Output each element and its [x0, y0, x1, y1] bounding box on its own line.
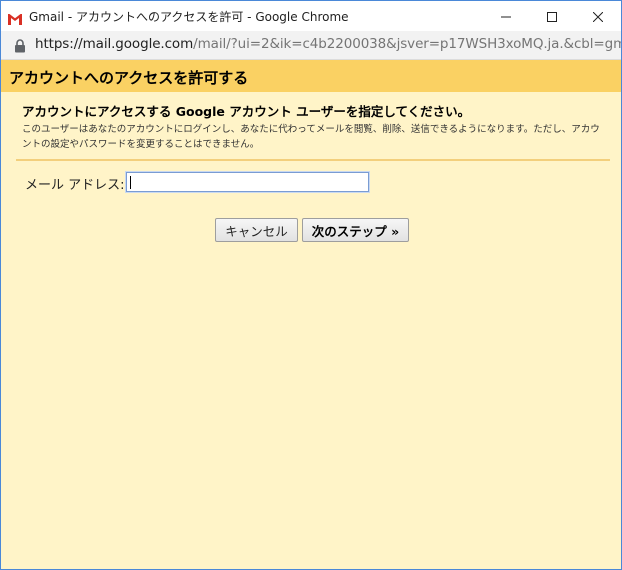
gmail-icon: [8, 10, 22, 25]
url-path: /mail/?ui=2&ik=c4b2200038&jsver=p17WSH3x…: [193, 36, 622, 52]
window-title: Gmail - アカウントへのアクセスを許可 - Google Chrome: [29, 10, 349, 24]
browser-window: Gmail - アカウントへのアクセスを許可 - Google Chrome h…: [0, 0, 622, 570]
email-field[interactable]: [126, 172, 369, 192]
instruction-text: アカウントにアクセスする Google アカウント ユーザーを指定してください。: [22, 104, 471, 119]
email-label: メール アドレス:: [25, 178, 125, 193]
cancel-button[interactable]: キャンセル: [215, 218, 298, 242]
next-step-button[interactable]: 次のステップ »: [302, 218, 409, 242]
minimize-button[interactable]: [483, 1, 529, 31]
text-caret: [130, 176, 131, 189]
url-text[interactable]: https://mail.google.com/mail/?ui=2&ik=c4…: [35, 36, 622, 52]
divider: [16, 159, 610, 161]
maximize-button[interactable]: [529, 1, 575, 31]
description-text: このユーザーはあなたのアカウントにログインし、あなたに代わってメールを閲覧、削除…: [22, 124, 600, 150]
close-icon: [592, 7, 604, 26]
dialog-title: アカウントへのアクセスを許可する: [9, 69, 249, 87]
title-bar: Gmail - アカウントへのアクセスを許可 - Google Chrome: [1, 1, 621, 31]
minimize-icon: [501, 7, 511, 26]
url-host: https://mail.google.com: [35, 36, 194, 52]
dialog-content: アカウントにアクセスする Google アカウント ユーザーを指定してください。…: [1, 92, 621, 569]
close-button[interactable]: [575, 1, 621, 31]
lock-icon: [14, 38, 26, 53]
maximize-icon: [547, 7, 557, 26]
address-bar[interactable]: https://mail.google.com/mail/?ui=2&ik=c4…: [1, 31, 621, 60]
dialog-header: アカウントへのアクセスを許可する: [1, 60, 621, 92]
